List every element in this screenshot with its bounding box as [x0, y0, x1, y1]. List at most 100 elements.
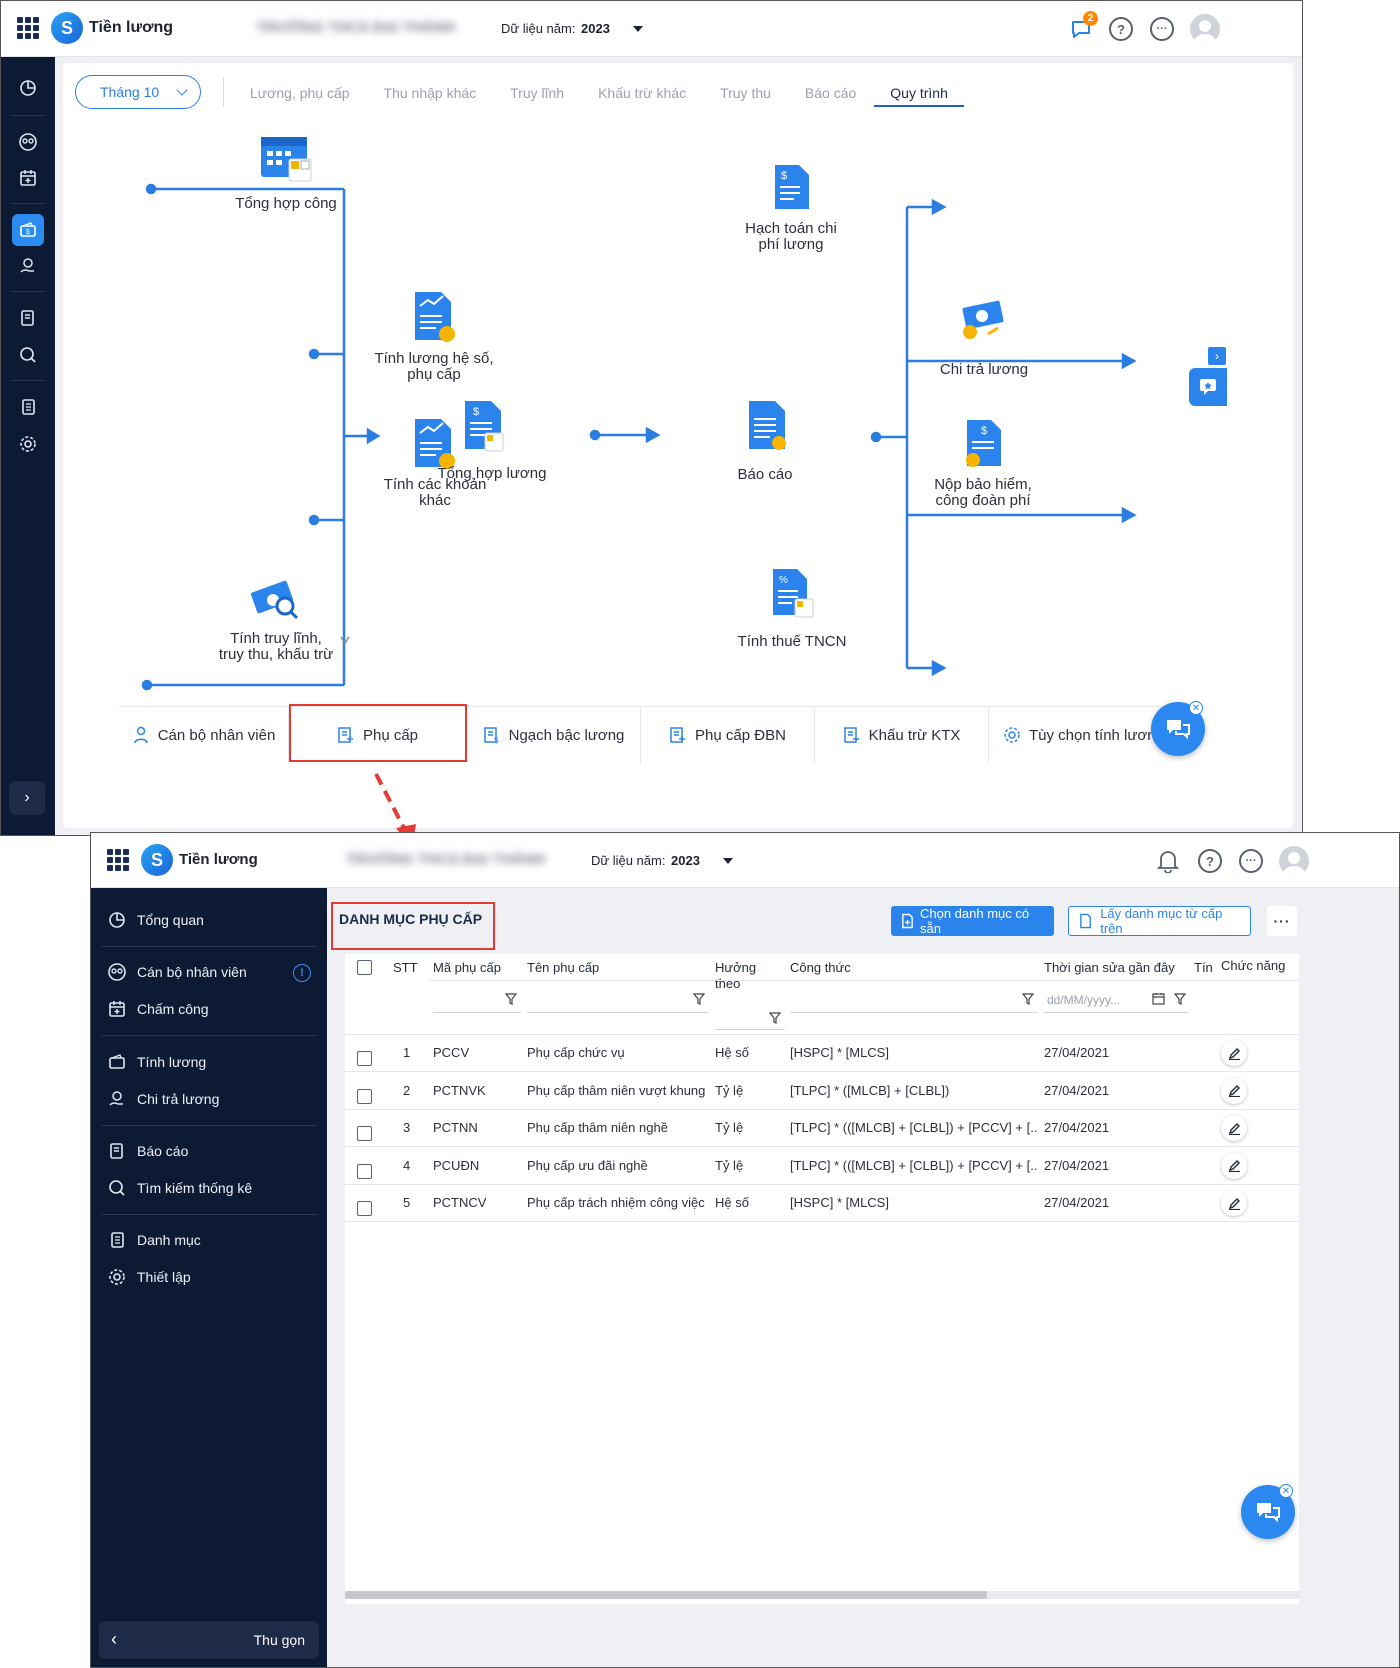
- basis-filter-input[interactable]: [715, 1004, 785, 1030]
- dashboard-icon[interactable]: [15, 75, 41, 101]
- panel-expand-icon[interactable]: ›: [1208, 347, 1226, 365]
- help-icon[interactable]: ?: [1109, 17, 1133, 41]
- col-name[interactable]: Tên phụ cấp: [527, 960, 599, 976]
- highlight-title: [331, 902, 495, 950]
- help-icon[interactable]: ?: [1198, 849, 1222, 873]
- app-name: Tiền lương: [89, 19, 173, 36]
- date-filter-input[interactable]: dd/MM/yyyy...: [1044, 987, 1188, 1013]
- svg-text:$: $: [981, 425, 987, 437]
- row-checkbox[interactable]: [357, 1163, 372, 1179]
- filter-icon[interactable]: [1174, 993, 1186, 1005]
- select-all-checkbox[interactable]: [357, 960, 372, 975]
- chat-fab[interactable]: ✕: [1241, 1484, 1295, 1539]
- report-icon: [110, 1143, 123, 1159]
- cell-stt: 4: [403, 1157, 411, 1173]
- sidebar-item-timekeeping[interactable]: Chấm công: [107, 994, 209, 1024]
- shortcut-allowance-dbn[interactable]: Phụ cấp ĐBN: [641, 707, 815, 763]
- avatar[interactable]: [1279, 846, 1309, 876]
- sidebar-item-reports[interactable]: Báo cáo: [107, 1136, 188, 1166]
- year-value[interactable]: 2023: [581, 21, 610, 36]
- node-chi-tra-luong[interactable]: Chi trả lương: [929, 362, 1039, 378]
- chat-fab[interactable]: ✕: [1151, 701, 1205, 756]
- year-value[interactable]: 2023: [671, 853, 700, 868]
- node-nop-bao-hiem[interactable]: Nộp bảo hiểm, công đoàn phí: [923, 477, 1043, 509]
- edit-button[interactable]: [1221, 1040, 1247, 1066]
- year-label: Dữ liệu năm:: [591, 853, 666, 868]
- payroll-icon[interactable]: $: [12, 214, 44, 246]
- year-dropdown-icon[interactable]: [633, 26, 643, 32]
- calendar-icon[interactable]: [1152, 992, 1165, 1005]
- node-hach-toan[interactable]: Hạch toán chi phí lương: [735, 221, 847, 253]
- chat-close-icon[interactable]: ✕: [1189, 701, 1203, 715]
- node-tinh-thue[interactable]: Tính thuế TNCN: [729, 634, 855, 650]
- chat-notification-icon[interactable]: 2: [1069, 11, 1098, 46]
- edit-button[interactable]: [1221, 1190, 1247, 1217]
- row-checkbox[interactable]: [357, 1051, 372, 1066]
- table-row[interactable]: 5 PCTNCV Phụ cấp trách nhiệm công việc Hệ s…: [345, 1184, 1299, 1223]
- node-tinh-truy-linh[interactable]: Tính truy lĩnh, truy thu, khấu trừ: [211, 631, 341, 663]
- col-modified[interactable]: Thời gian sửa gần đây: [1044, 960, 1175, 976]
- chat-close-icon[interactable]: ✕: [1279, 1484, 1293, 1498]
- catalog-icon[interactable]: [15, 394, 41, 420]
- table-row[interactable]: 2 PCTNVK Phụ cấp thâm niên vượt khung Tỷ lệ…: [345, 1072, 1299, 1110]
- year-dropdown-icon[interactable]: [723, 858, 733, 864]
- more-options-button[interactable]: ···: [1267, 906, 1297, 936]
- fetch-catalog-button[interactable]: Lấy danh mục từ cấp trên: [1068, 906, 1251, 936]
- app-launcher-icon[interactable]: [17, 17, 39, 39]
- employees-icon[interactable]: [15, 129, 41, 155]
- report-icon[interactable]: [15, 305, 41, 331]
- horizontal-scrollbar[interactable]: [345, 1591, 1299, 1599]
- row-checkbox[interactable]: [357, 1126, 372, 1142]
- node-tinh-cac-khoan-khac[interactable]: Tính các khoản khác: [377, 477, 493, 509]
- shortcut-employees[interactable]: Cán bộ nhân viên: [119, 707, 289, 763]
- code-filter-input[interactable]: [433, 987, 521, 1013]
- calendar-icon[interactable]: [15, 165, 41, 191]
- sidebar-item-overview[interactable]: Tổng quan: [107, 905, 204, 935]
- cell-formula: [TLPC] * ([MLCB] + [CLBL]): [790, 1082, 950, 1098]
- search-stats-icon[interactable]: [15, 342, 41, 368]
- avatar[interactable]: [1190, 14, 1220, 44]
- edit-button[interactable]: [1221, 1077, 1247, 1104]
- formula-filter-input[interactable]: [790, 987, 1038, 1013]
- edit-button[interactable]: [1221, 1115, 1247, 1142]
- shortcut-dormitory-deduction[interactable]: Khấu trừ KTX: [815, 707, 989, 763]
- feedback-button[interactable]: [1189, 368, 1227, 406]
- filter-icon[interactable]: [1022, 993, 1034, 1005]
- node-tinh-luong-he-so[interactable]: Tính lương hệ số, phụ cấp: [373, 351, 495, 383]
- row-checkbox[interactable]: [357, 1088, 372, 1104]
- sidebar-item-employees[interactable]: Cán bộ nhân viên: [107, 957, 247, 987]
- col-formula[interactable]: Công thức: [790, 960, 851, 976]
- bell-icon[interactable]: [1156, 849, 1180, 878]
- sidebar-item-settings[interactable]: Thiết lập: [107, 1262, 191, 1292]
- node-bao-cao[interactable]: Báo cáo: [725, 467, 805, 483]
- scrollbar-thumb[interactable]: [345, 1591, 987, 1599]
- document-dollar-icon: $: [465, 401, 504, 452]
- date-filter-placeholder: dd/MM/yyyy...: [1047, 993, 1121, 1007]
- collapse-sidebar-button[interactable]: ‹ Thu gọn: [99, 1621, 319, 1659]
- settings-icon[interactable]: [15, 431, 41, 457]
- shortcut-salary-grade[interactable]: $ Ngạch bậc lương: [467, 707, 641, 763]
- more-icon[interactable]: ···: [1239, 849, 1263, 873]
- row-checkbox[interactable]: [357, 1201, 372, 1217]
- sidebar-item-catalog[interactable]: Danh mục: [107, 1225, 201, 1255]
- node-tong-hop-cong[interactable]: Tổng hợp công: [231, 196, 341, 212]
- name-filter-input[interactable]: [527, 987, 709, 1013]
- sidebar-item-payroll[interactable]: Tính lương: [107, 1047, 206, 1077]
- shortcut-calc-options[interactable]: Tùy chọn tính lương: [989, 707, 1179, 763]
- edit-button[interactable]: [1221, 1152, 1247, 1179]
- more-icon[interactable]: ···: [1150, 17, 1174, 41]
- sidebar-item-payment[interactable]: Chi trả lương: [107, 1084, 219, 1114]
- table-row[interactable]: 3 PCTNN Phụ cấp thâm niên nghề Tỷ lệ [TLPC] …: [345, 1109, 1299, 1148]
- payment-icon[interactable]: [15, 253, 41, 279]
- filter-icon[interactable]: [769, 1012, 781, 1024]
- filter-icon[interactable]: [505, 993, 517, 1005]
- filter-icon[interactable]: [693, 993, 705, 1005]
- col-basis[interactable]: Hưởng theo: [715, 960, 767, 992]
- sidebar-item-search-stats[interactable]: Tìm kiếm thống kê: [107, 1173, 252, 1203]
- table-row[interactable]: 4 PCUĐN Phụ cấp ưu đãi nghề Tỷ lệ [TLPC] * (…: [345, 1147, 1299, 1185]
- expand-sidebar-button[interactable]: ›: [9, 781, 45, 815]
- col-code[interactable]: Mã phụ cấp: [433, 960, 501, 976]
- table-row[interactable]: 1 PCCV Phụ cấp chức vụ Hệ số [HSPC] * [MLCS]…: [345, 1034, 1299, 1072]
- app-launcher-icon[interactable]: [107, 849, 129, 871]
- choose-catalog-button[interactable]: Chọn danh mục có sẵn: [891, 906, 1054, 936]
